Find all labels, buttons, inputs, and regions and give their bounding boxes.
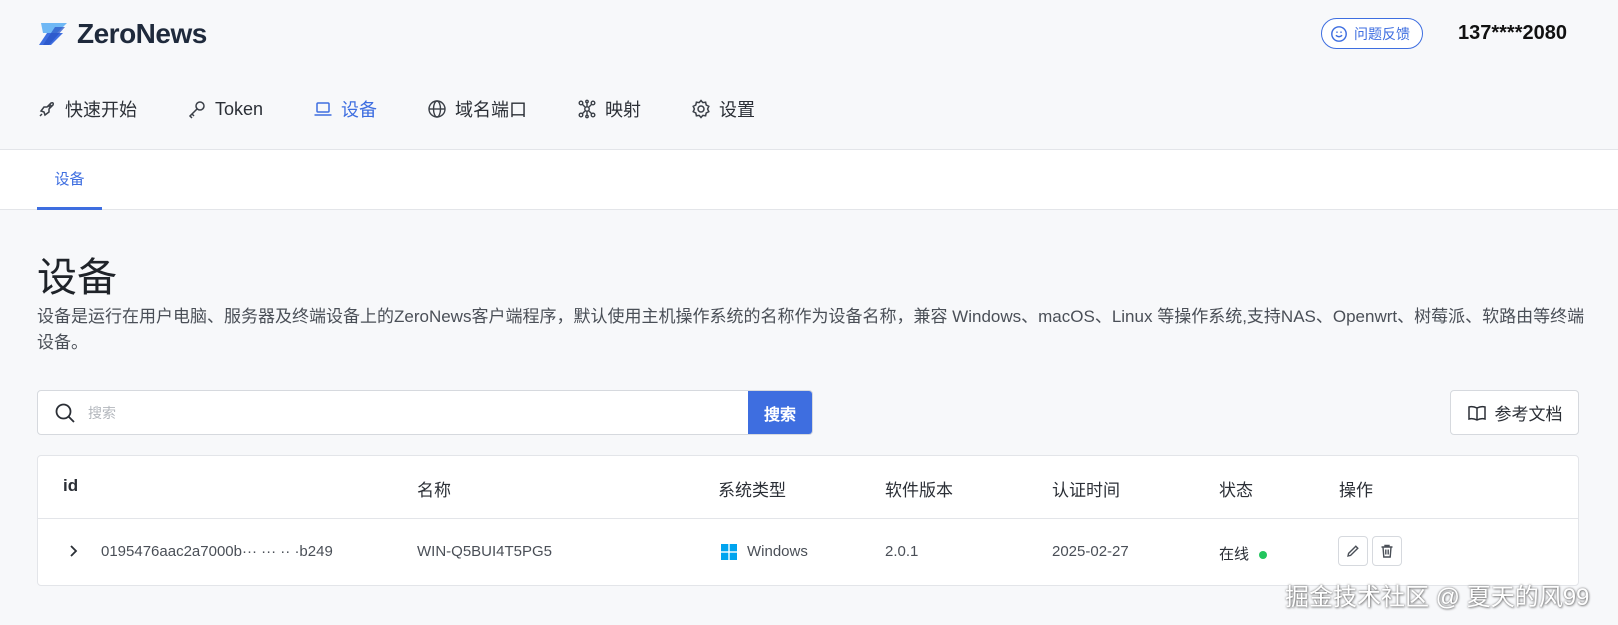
online-status-dot (1259, 551, 1268, 560)
search-input[interactable] (88, 404, 748, 421)
reference-docs-button[interactable]: 参考文档 (1450, 390, 1579, 435)
windows-icon (721, 543, 737, 560)
network-icon (578, 99, 596, 119)
globe-icon (428, 100, 446, 118)
column-header-os: 系统类型 (718, 481, 786, 500)
nav-label: 设置 (719, 100, 756, 120)
table-header: id 名称 系统类型 软件版本 认证时间 状态 操作 (38, 456, 1578, 519)
column-header-status: 状态 (1219, 481, 1253, 500)
sub-tab-bar: 设备 (0, 150, 1618, 210)
column-header-actions: 操作 (1339, 481, 1373, 500)
nav-label: Token (215, 98, 264, 119)
column-header-version: 软件版本 (885, 481, 953, 500)
status-label: 在线 (1219, 546, 1250, 563)
edit-button[interactable] (1338, 536, 1368, 566)
trash-icon (1381, 544, 1393, 558)
nav-label: 快速开始 (65, 100, 137, 120)
smile-icon (1331, 25, 1347, 42)
logo-text: ZeroNews (77, 18, 207, 49)
search-bar: 搜索 (37, 390, 813, 435)
gear-icon (692, 99, 710, 119)
table-row: 0195476aac2a7000b··· ··· ·· ·b249 WIN-Q5… (38, 519, 1578, 586)
page-description: 设备是运行在用户电脑、服务器及终端设备上的ZeroNews客户端程序，默认使用主… (37, 307, 1585, 352)
nav-item-settings[interactable]: 设置 (691, 96, 755, 122)
watermark: 掘金技术社区 @ 夏天的风99 (1285, 584, 1590, 611)
nav-item-mapping[interactable]: 映射 (577, 96, 641, 122)
pencil-icon (1347, 545, 1359, 557)
column-header-id: id (63, 476, 79, 495)
delete-button[interactable] (1372, 536, 1402, 566)
search-icon (55, 403, 75, 423)
nav-item-token[interactable]: Token (187, 99, 263, 120)
status-cell: 在线 (1219, 543, 1268, 564)
chevron-right-icon[interactable] (64, 542, 82, 560)
key-icon (188, 101, 205, 119)
book-icon (1467, 405, 1486, 421)
page-title: 设备 (37, 256, 117, 300)
column-header-name: 名称 (417, 481, 451, 500)
reference-docs-label: 参考文档 (1494, 405, 1563, 424)
software-version: 2.0.1 (885, 543, 919, 560)
nav-item-quickstart[interactable]: 快速开始 (37, 96, 137, 122)
logo[interactable]: ZeroNews (37, 18, 207, 50)
nav-item-devices[interactable]: 设备 (313, 96, 377, 122)
auth-time: 2025-02-27 (1052, 543, 1129, 560)
feedback-label: 问题反馈 (1354, 25, 1410, 42)
user-account[interactable]: 137****2080 (1458, 22, 1567, 45)
nav-label: 域名端口 (455, 100, 528, 120)
column-header-auth-time: 认证时间 (1052, 481, 1120, 500)
search-button[interactable]: 搜索 (748, 391, 812, 434)
device-id: 0195476aac2a7000b··· ··· ·· ·b249 (101, 543, 333, 560)
device-os: Windows (721, 543, 808, 560)
nav-label: 映射 (605, 100, 642, 120)
main-nav: 快速开始 Token 设备 域名端口 映射 设置 (37, 96, 805, 122)
os-label: Windows (747, 543, 808, 560)
nav-label: 设备 (341, 100, 378, 120)
laptop-icon (314, 102, 332, 116)
feedback-button[interactable]: 问题反馈 (1321, 18, 1423, 49)
rocket-icon (39, 102, 54, 117)
top-header: ZeroNews 问题反馈 137****2080 快速开始 Token 设备 … (0, 0, 1618, 150)
devices-table: id 名称 系统类型 软件版本 认证时间 状态 操作 0195476aac2a7… (37, 455, 1579, 586)
zeronews-logo-icon (39, 23, 67, 45)
tab-devices[interactable]: 设备 (37, 150, 102, 210)
nav-item-domain-port[interactable]: 域名端口 (427, 96, 527, 122)
device-name: WIN-Q5BUI4T5PG5 (417, 543, 553, 560)
